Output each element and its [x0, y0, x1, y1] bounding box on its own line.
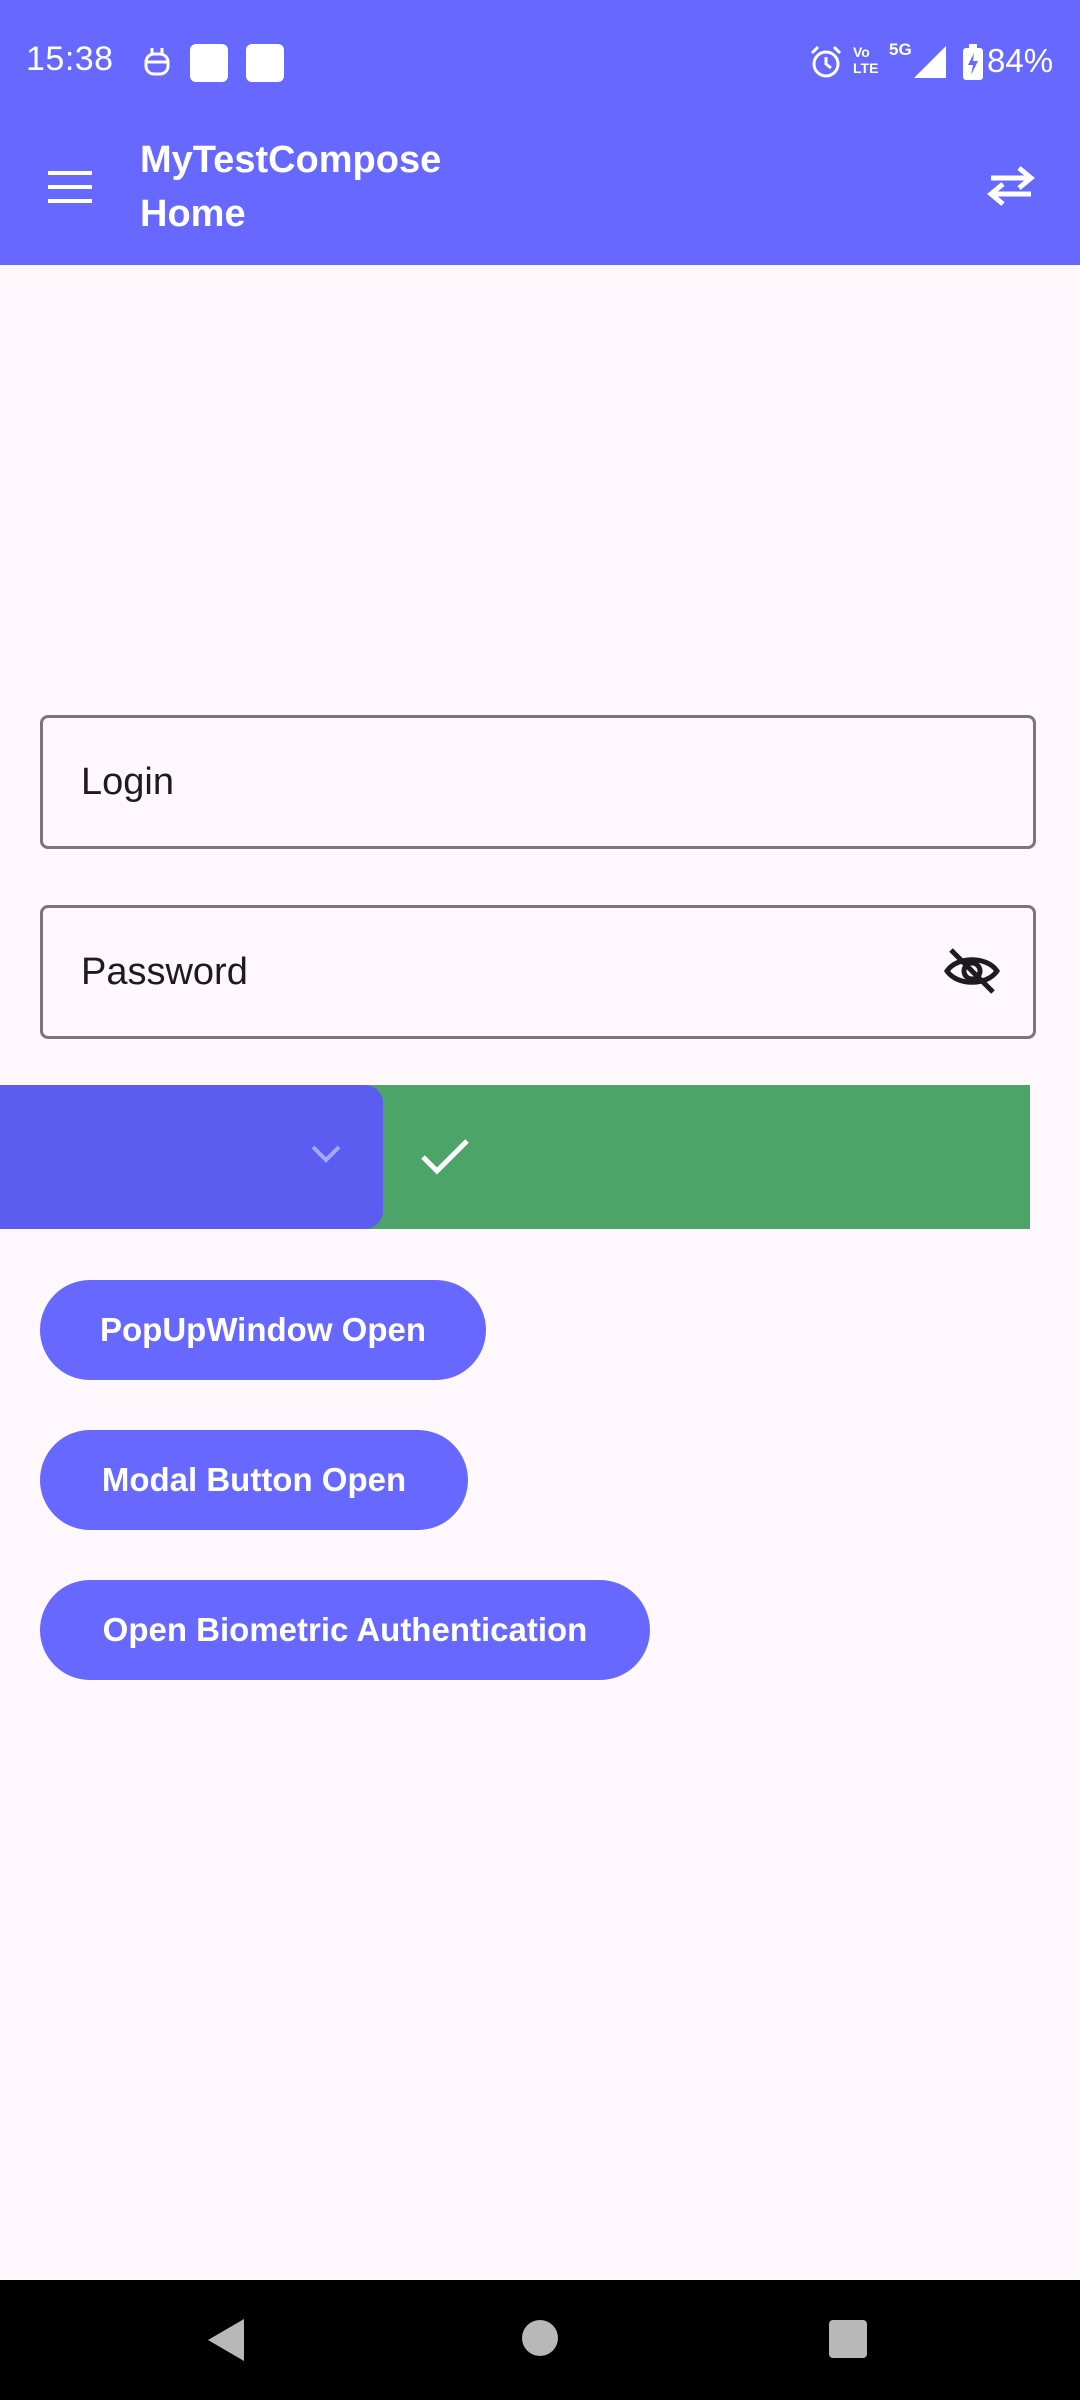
swap-horiz-icon	[985, 164, 1037, 213]
battery-charging-icon	[962, 44, 984, 80]
square-notification-icon	[246, 44, 284, 82]
home-button[interactable]	[522, 2320, 558, 2356]
modal-button-open-button[interactable]: Modal Button Open	[40, 1430, 468, 1530]
visibility-off-icon	[943, 946, 1001, 1001]
status-time: 15:38	[26, 40, 114, 78]
page-title: MyTestCompose Home	[140, 133, 660, 241]
signal-strength-icon	[912, 44, 948, 80]
login-field[interactable]: Login	[40, 715, 1036, 849]
battery-percentage: 84%	[987, 42, 1054, 79]
notification-app-icon	[140, 44, 174, 80]
page-title-line1: MyTestCompose	[140, 139, 442, 181]
recents-button[interactable]	[829, 2320, 867, 2358]
alarm-icon	[808, 44, 844, 80]
volte-icon: Vo LTE	[853, 44, 889, 76]
password-visibility-toggle[interactable]	[941, 942, 1003, 1004]
swap-button[interactable]	[975, 152, 1047, 224]
page-title-line2: Home	[140, 193, 246, 235]
volte-top-label: Vo	[853, 44, 870, 60]
square-notification-icon	[190, 44, 228, 82]
collapse-button[interactable]	[296, 1126, 356, 1186]
check-icon	[416, 1128, 474, 1186]
back-triangle-icon	[200, 2319, 252, 2371]
password-field-label: Password	[81, 950, 248, 993]
network-type-label: 5G	[889, 40, 912, 59]
password-field[interactable]: Password	[40, 905, 1036, 1039]
back-button[interactable]	[200, 2313, 252, 2367]
hamburger-menu-icon	[46, 169, 94, 210]
login-field-label: Login	[81, 760, 174, 803]
open-biometric-authentication-button[interactable]: Open Biometric Authentication	[40, 1580, 650, 1680]
popup-window-open-button[interactable]: PopUpWindow Open	[40, 1280, 486, 1380]
chevron-down-icon	[309, 1143, 343, 1170]
menu-button[interactable]	[36, 155, 104, 223]
volte-bottom-label: LTE	[853, 60, 879, 76]
